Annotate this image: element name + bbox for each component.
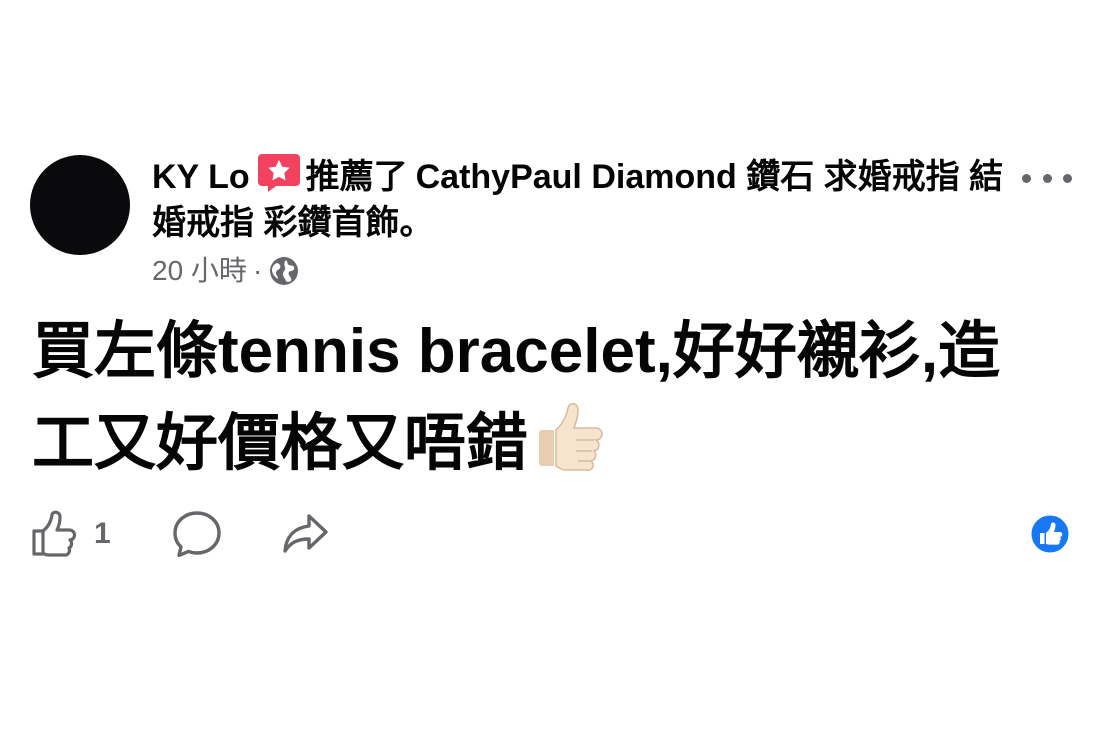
thumbs-up-emoji [532, 394, 612, 474]
post-header: KY Lo 推薦了 CathyPaul Diamond 鑽石 求婚戒指 結婚戒指 … [152, 152, 1012, 246]
thumbs-up-outline-icon [30, 509, 80, 559]
more-dot [1063, 173, 1072, 183]
recommend-verb: 推薦了 [305, 158, 408, 196]
recommend-icon [257, 152, 300, 192]
post-actions: 1 [30, 506, 331, 562]
comment-button[interactable] [171, 508, 223, 560]
post-meta: 20 小時 · [152, 252, 300, 290]
globe-icon [268, 255, 300, 287]
more-options-button[interactable] [1022, 158, 1072, 198]
comment-bubble-icon [171, 508, 223, 560]
share-button[interactable] [279, 508, 331, 560]
like-button[interactable]: 1 [30, 509, 111, 559]
more-dot [1022, 173, 1031, 183]
share-arrow-icon [279, 508, 331, 560]
post-body: 買左條tennis bracelet,好好襯衫,造工又好價格又唔錯 [32, 310, 1032, 486]
meta-separator: · [252, 255, 263, 286]
post-timestamp[interactable]: 20 小時 [152, 252, 247, 290]
like-count: 1 [94, 517, 111, 550]
author-name[interactable]: KY Lo [152, 158, 250, 196]
more-dot [1042, 173, 1052, 183]
like-reaction-badge[interactable] [1030, 514, 1070, 554]
avatar[interactable] [30, 155, 130, 255]
post-body-text: 買左條tennis bracelet,好好襯衫,造工又好價格又唔錯 [32, 317, 1001, 478]
